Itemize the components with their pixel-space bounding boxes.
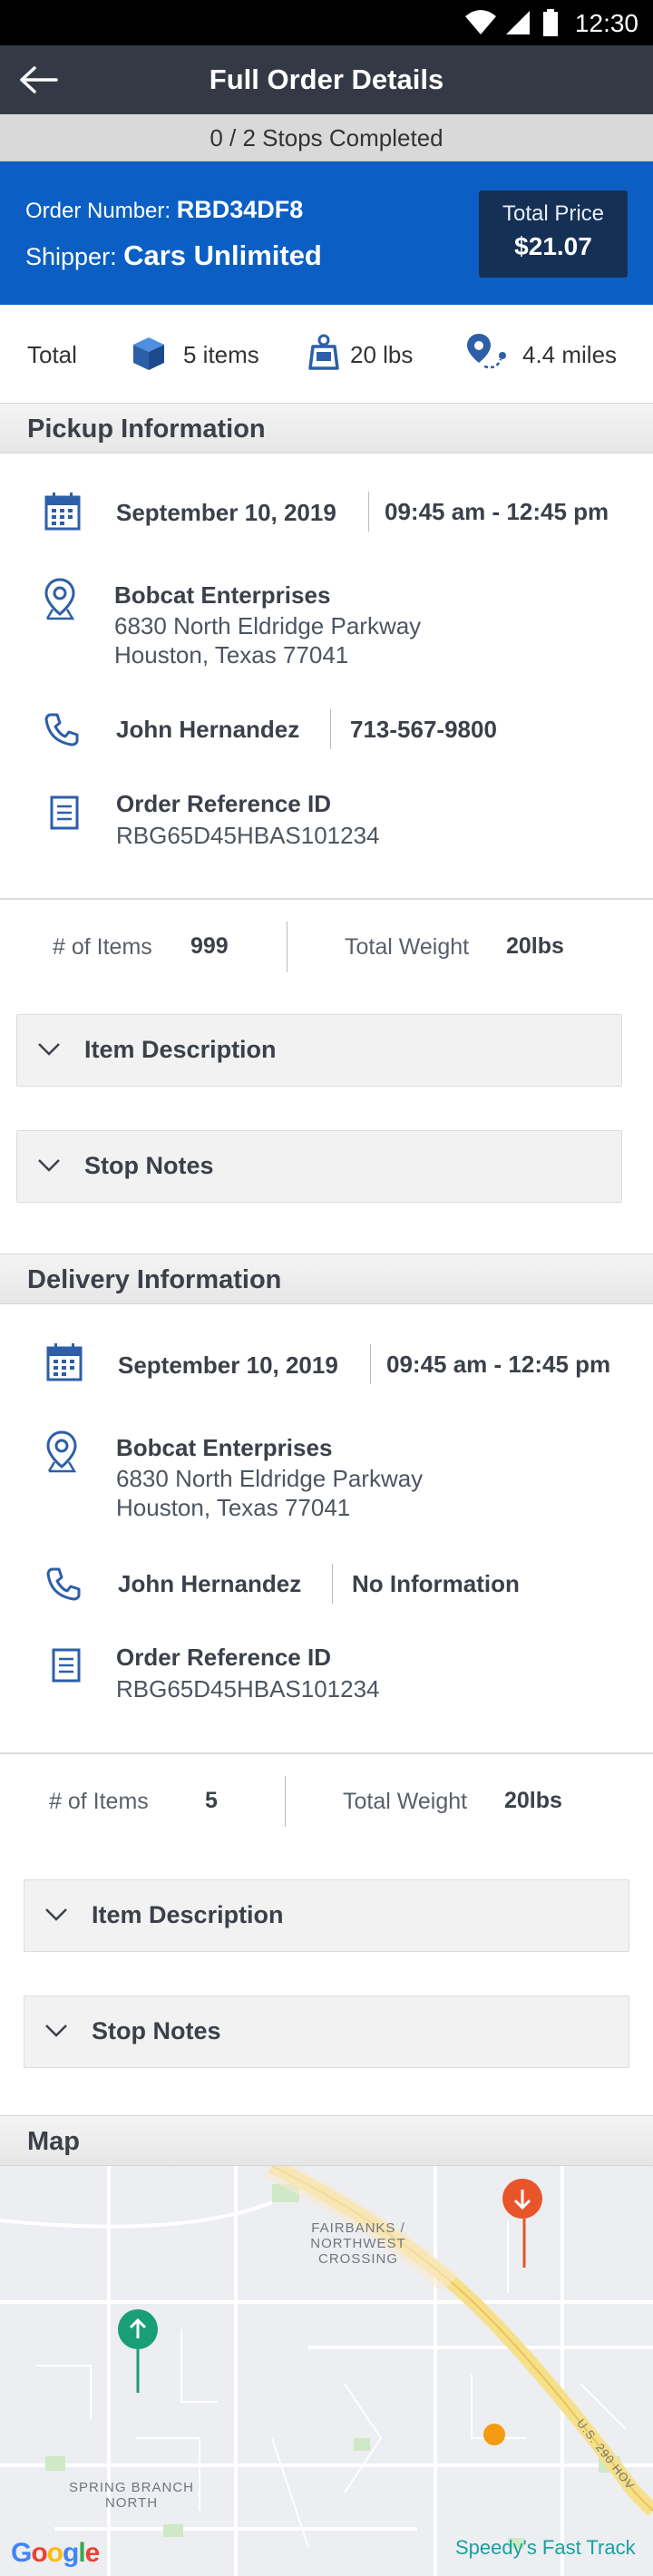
- delivery-time-window: 09:45 am - 12:45 pm: [386, 1351, 611, 1378]
- calendar-icon: [46, 1343, 83, 1381]
- route-pin-icon: [467, 334, 506, 369]
- delivery-section-header: Delivery Information: [0, 1254, 653, 1304]
- pickup-date: September 10, 2019: [116, 499, 336, 526]
- status-bar: 12:30: [0, 0, 653, 45]
- divider: [330, 709, 331, 749]
- delivery-date: September 10, 2019: [118, 1351, 338, 1379]
- map-label-spring-branch: SPRING BRANCH NORTH: [68, 2480, 195, 2511]
- signal-icon: [506, 11, 530, 34]
- map-place-label[interactable]: Speedy's Fast Track: [455, 2536, 636, 2560]
- status-time: 12:30: [574, 9, 638, 37]
- divider: [285, 1776, 286, 1827]
- delivery-ref-id: RBG65D45HBAS101234: [116, 1675, 380, 1703]
- delivery-ref-label: Order Reference ID: [116, 1644, 331, 1671]
- total-weight: 20 lbs: [350, 341, 414, 368]
- order-summary-band: Order Number: RBD34DF8 Shipper: Cars Unl…: [0, 161, 653, 305]
- divider: [368, 492, 369, 532]
- location-pin-icon: [46, 1430, 77, 1473]
- total-distance: 4.4 miles: [522, 341, 618, 368]
- pickup-item-description-toggle[interactable]: Item Description: [16, 1014, 622, 1087]
- delivery-phone: No Information: [352, 1570, 520, 1597]
- document-icon: [50, 795, 79, 830]
- pickup-contact-name: John Hernandez: [116, 716, 300, 743]
- chevron-down-icon: [38, 1159, 60, 1172]
- wifi-icon: [465, 10, 496, 34]
- document-icon: [52, 1648, 81, 1683]
- delivery-items-label: # of Items: [49, 1789, 149, 1814]
- pickup-items-label: # of Items: [53, 934, 152, 960]
- divider: [332, 1564, 333, 1604]
- location-pin-icon: [44, 578, 75, 620]
- app-bar: Full Order Details: [0, 45, 653, 114]
- divider: [370, 1344, 371, 1384]
- waypoint-dot-icon[interactable]: [483, 2424, 505, 2445]
- delivery-counts-row: # of Items 5 Total Weight 20lbs: [0, 1754, 653, 1849]
- pickup-stop-notes-toggle[interactable]: Stop Notes: [16, 1130, 622, 1203]
- total-price-label: Total Price: [502, 201, 605, 226]
- divider: [287, 922, 288, 972]
- map-section-header: Map: [0, 2115, 653, 2166]
- chevron-down-icon: [38, 1043, 60, 1056]
- total-items: 5 items: [183, 341, 259, 368]
- route-map[interactable]: FAIRBANKS / NORTHWEST CROSSING SPRING BR…: [0, 2166, 653, 2576]
- stops-progress: 0 / 2 Stops Completed: [0, 114, 653, 161]
- pickup-weight-value: 20lbs: [506, 933, 564, 959]
- pickup-weight-label: Total Weight: [345, 934, 470, 960]
- battery-icon: [543, 9, 558, 36]
- google-logo: Google: [11, 2538, 100, 2568]
- pickup-address-line1: 6830 North Eldridge Parkway: [114, 612, 422, 639]
- pickup-section-header: Pickup Information: [0, 403, 653, 454]
- pickup-address-line2: Houston, Texas 77041: [114, 641, 349, 668]
- order-totals-row: Total 5 items 20 lbs 4.4 miles: [0, 305, 653, 403]
- shipper: Shipper: Cars Unlimited: [25, 239, 322, 271]
- delivery-address-line1: 6830 North Eldridge Parkway: [116, 1465, 424, 1492]
- calendar-icon: [44, 493, 81, 531]
- delivery-contact-name: John Hernandez: [118, 1570, 302, 1597]
- delivery-company: Bobcat Enterprises: [116, 1434, 333, 1461]
- total-price-box: Total Price $21.07: [479, 190, 628, 278]
- totals-label: Total: [27, 341, 77, 368]
- pickup-time-window: 09:45 am - 12:45 pm: [385, 498, 609, 525]
- pickup-counts-row: # of Items 999 Total Weight 20lbs: [0, 900, 653, 994]
- page-title: Full Order Details: [209, 63, 444, 95]
- delivery-weight-label: Total Weight: [343, 1789, 468, 1814]
- delivery-weight-value: 20lbs: [504, 1788, 562, 1813]
- box-icon: [133, 337, 164, 370]
- weight-icon: [308, 334, 339, 370]
- pickup-company: Bobcat Enterprises: [114, 581, 331, 609]
- pickup-items-value: 999: [190, 933, 229, 959]
- map-label-crossing: FAIRBANKS / NORTHWEST CROSSING: [310, 2220, 406, 2267]
- delivery-item-description-toggle[interactable]: Item Description: [24, 1879, 629, 1952]
- phone-icon[interactable]: [45, 1566, 82, 1602]
- order-number: Order Number: RBD34DF8: [25, 196, 304, 223]
- pickup-ref-id: RBG65D45HBAS101234: [116, 822, 380, 849]
- chevron-down-icon: [45, 1908, 67, 1921]
- total-price-value: $21.07: [514, 232, 592, 260]
- delivery-items-value: 5: [205, 1788, 218, 1813]
- delivery-stop-notes-toggle[interactable]: Stop Notes: [24, 1995, 629, 2068]
- pickup-ref-label: Order Reference ID: [116, 790, 331, 817]
- chevron-down-icon: [45, 2025, 67, 2037]
- delivery-address-line2: Houston, Texas 77041: [116, 1494, 351, 1521]
- pickup-phone[interactable]: 713-567-9800: [350, 716, 497, 744]
- phone-icon[interactable]: [44, 711, 80, 747]
